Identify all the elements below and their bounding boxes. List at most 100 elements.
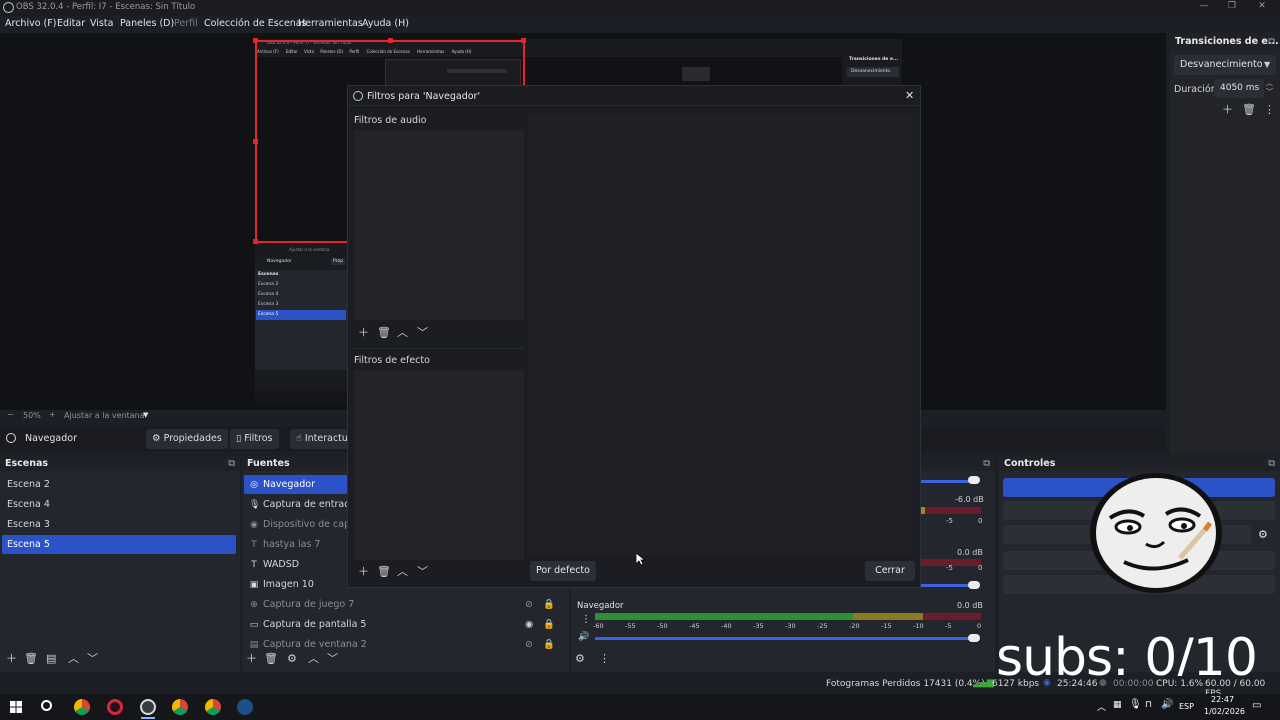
add-source-icon[interactable]: ＋ bbox=[246, 652, 257, 666]
chrome-icon[interactable] bbox=[172, 699, 188, 715]
menu-editar[interactable]: Editar bbox=[57, 18, 85, 29]
delete-scene-icon[interactable]: 🗑 bbox=[24, 652, 38, 666]
move-down-icon[interactable]: ﹀ bbox=[417, 326, 428, 340]
clock-date[interactable]: 1/02/2026 bbox=[1204, 707, 1245, 716]
add-audio-filter-icon[interactable]: ＋ bbox=[358, 326, 369, 340]
interact-button[interactable]: ☝ Interactuar bbox=[290, 429, 354, 449]
opera-icon[interactable] bbox=[107, 699, 123, 715]
resize-handle[interactable] bbox=[253, 38, 258, 43]
transition-select[interactable]: Desvanecimiento ▼ bbox=[1174, 55, 1276, 75]
scene-filters-icon[interactable]: ▤ bbox=[46, 652, 56, 666]
lock-icon[interactable]: 🔒 bbox=[543, 635, 555, 649]
menu-archivo[interactable]: Archivo (F) bbox=[5, 18, 56, 29]
visibility-hidden-icon[interactable]: ⊘ bbox=[525, 635, 533, 649]
resize-handle[interactable] bbox=[521, 38, 526, 43]
chevron-up-icon[interactable]: ︿ bbox=[1097, 700, 1106, 713]
delete-transition-icon[interactable]: 🗑 bbox=[1242, 103, 1256, 117]
undock-icon[interactable]: ⧉ bbox=[1268, 33, 1275, 51]
effect-filters-list[interactable] bbox=[354, 370, 524, 560]
scale-tick: -15 bbox=[881, 622, 892, 630]
chrome-icon[interactable] bbox=[205, 699, 221, 715]
volume-slider-handle[interactable] bbox=[968, 476, 980, 484]
windows-start-icon[interactable] bbox=[10, 701, 22, 713]
steam-icon[interactable] bbox=[237, 699, 253, 715]
properties-button[interactable]: ⚙ Propiedades bbox=[146, 429, 228, 449]
delete-effect-filter-icon[interactable]: 🗑 bbox=[377, 565, 391, 579]
scene-item-selected[interactable]: Escena 5 bbox=[2, 535, 236, 554]
mixer-menu-icon[interactable]: ⋮ bbox=[599, 652, 610, 666]
add-scene-icon[interactable]: ＋ bbox=[6, 652, 17, 666]
duration-input[interactable]: 4050 ms bbox=[1214, 79, 1264, 98]
move-up-icon[interactable]: ︿ bbox=[397, 326, 408, 340]
undock-icon[interactable]: ⧉ bbox=[228, 456, 235, 471]
delete-audio-filter-icon[interactable]: 🗑 bbox=[377, 326, 391, 340]
zoom-in-icon[interactable]: + bbox=[49, 410, 56, 419]
scene-item[interactable]: Escena 3 bbox=[2, 515, 238, 534]
move-up-icon[interactable]: ︿ bbox=[68, 652, 79, 666]
add-transition-icon[interactable]: ＋ bbox=[1222, 103, 1233, 117]
resize-handle[interactable] bbox=[253, 239, 258, 244]
resize-handle[interactable] bbox=[388, 38, 393, 43]
undock-icon[interactable]: ⧉ bbox=[983, 456, 990, 471]
source-item-selected[interactable]: ◎ Navegador bbox=[244, 475, 347, 494]
source-item[interactable]: ⊕ Captura de juego 7 ⊘ 🔒 bbox=[244, 595, 567, 614]
volume-icon[interactable]: 🔊 bbox=[1161, 699, 1173, 710]
close-window-button[interactable]: ✕ bbox=[1248, 1, 1276, 15]
move-down-icon[interactable]: ﹀ bbox=[327, 652, 338, 666]
wifi-icon[interactable]: ⊓ bbox=[1145, 700, 1152, 710]
clock-time[interactable]: 22:47 bbox=[1211, 695, 1234, 704]
menu-ayuda[interactable]: Ayuda (H) bbox=[362, 18, 409, 29]
level-meter-green bbox=[595, 613, 853, 620]
visibility-icon[interactable]: ◉ bbox=[525, 615, 533, 634]
audio-filters-list[interactable] bbox=[354, 130, 524, 320]
scene-item[interactable]: Escena 2 bbox=[2, 475, 238, 494]
move-down-icon[interactable]: ﹀ bbox=[87, 652, 98, 666]
move-up-icon[interactable]: ︿ bbox=[308, 652, 319, 666]
record-icon: ● bbox=[1099, 678, 1107, 688]
scene-item[interactable]: Escena 4 bbox=[2, 495, 238, 514]
source-item[interactable]: ▤ Captura de ventana 2 ⊘ 🔒 bbox=[244, 635, 567, 649]
undock-icon[interactable]: ⧉ bbox=[1268, 456, 1275, 471]
volume-slider-handle[interactable] bbox=[968, 581, 980, 589]
chevron-down-icon[interactable]: ▼ bbox=[143, 411, 148, 419]
network-icon[interactable]: ▦ bbox=[1113, 700, 1122, 710]
language-indicator[interactable]: ESP bbox=[1179, 702, 1194, 711]
lock-icon[interactable]: 🔒 bbox=[543, 615, 555, 634]
menu-herramientas[interactable]: Herramientas bbox=[298, 18, 363, 29]
menu-paneles[interactable]: Paneles (D) bbox=[120, 18, 174, 29]
source-item[interactable]: ▭ Captura de pantalla 5 ◉ 🔒 bbox=[244, 615, 567, 634]
more-options-icon[interactable]: ⋮ bbox=[1264, 103, 1275, 117]
delete-source-icon[interactable]: 🗑 bbox=[264, 652, 278, 666]
lock-icon[interactable]: 🔒 bbox=[543, 595, 555, 614]
obs-taskbar-icon[interactable] bbox=[140, 699, 156, 715]
move-down-icon[interactable]: ﹀ bbox=[417, 565, 428, 579]
mixer-settings-icon[interactable]: ⚙ bbox=[575, 652, 585, 666]
source-settings-icon[interactable]: ⚙ bbox=[287, 652, 297, 666]
close-button[interactable]: Cerrar bbox=[865, 561, 915, 581]
resize-handle[interactable] bbox=[253, 139, 258, 144]
add-effect-filter-icon[interactable]: ＋ bbox=[358, 565, 369, 579]
maximize-button[interactable]: ❐ bbox=[1218, 1, 1246, 15]
fit-window-label[interactable]: Ajustar a la ventana bbox=[64, 411, 145, 420]
controls-title: Controles bbox=[1004, 458, 1056, 469]
menu-perfil[interactable]: Perfil bbox=[174, 18, 198, 29]
default-button[interactable]: Por defecto bbox=[530, 561, 596, 581]
visibility-hidden-icon[interactable]: ⊘ bbox=[525, 595, 533, 614]
search-icon[interactable] bbox=[41, 700, 52, 711]
chrome-icon[interactable] bbox=[74, 699, 90, 715]
minimize-button[interactable]: — bbox=[1190, 1, 1218, 15]
volume-slider-track[interactable] bbox=[595, 637, 973, 640]
notification-icon[interactable]: ▭ bbox=[1252, 700, 1261, 711]
speaker-icon[interactable]: 🔊 bbox=[578, 632, 589, 642]
track-menu-icon[interactable]: ⋮ bbox=[581, 614, 591, 625]
virtual-camera-settings-icon[interactable]: ⚙ bbox=[1258, 528, 1268, 541]
menu-vista[interactable]: Vista bbox=[90, 18, 113, 29]
move-up-icon[interactable]: ︿ bbox=[397, 565, 408, 579]
filters-button[interactable]: ▯ Filtros bbox=[230, 429, 279, 449]
menu-coleccion-escenas[interactable]: Colección de Escenas bbox=[204, 18, 307, 29]
close-icon[interactable]: ✕ bbox=[905, 89, 914, 102]
microphone-icon[interactable]: 🎙 bbox=[1129, 699, 1142, 710]
duration-stepper[interactable]: ︿ ﹀ bbox=[1266, 79, 1273, 97]
volume-slider-handle[interactable] bbox=[968, 634, 980, 642]
zoom-out-icon[interactable]: − bbox=[7, 410, 14, 419]
